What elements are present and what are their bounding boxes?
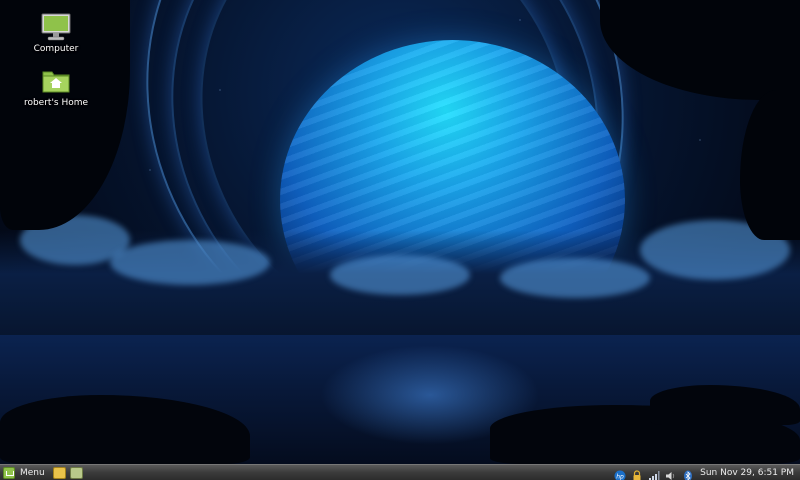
clock[interactable]: Sun Nov 29, 6:51 PM <box>700 468 794 478</box>
computer-icon <box>40 12 72 42</box>
file-manager-icon[interactable] <box>52 466 66 479</box>
svg-text:hp: hp <box>616 473 624 480</box>
desktop-icon-home[interactable]: robert's Home <box>16 66 96 108</box>
bottom-panel: Menu hp Sun Nov 29, 6:51 PM <box>0 464 800 480</box>
network-signal-icon[interactable] <box>648 467 660 480</box>
volume-icon[interactable] <box>665 467 677 480</box>
cloud <box>500 258 650 298</box>
desktop-icon-label: robert's Home <box>23 98 89 108</box>
bluetooth-icon[interactable] <box>682 467 694 480</box>
cloud <box>110 240 270 285</box>
cloud <box>330 255 470 295</box>
hp-icon[interactable]: hp <box>614 467 626 480</box>
menu-label: Menu <box>20 467 45 478</box>
terminal-icon[interactable] <box>69 466 83 479</box>
mint-logo-icon <box>3 466 15 479</box>
menu-button[interactable]: Menu <box>0 465 49 480</box>
desktop-icon-label: Computer <box>33 44 79 54</box>
home-folder-icon <box>40 66 72 96</box>
system-tray: hp Sun Nov 29, 6:51 PM <box>609 465 800 480</box>
desktop-icon-computer[interactable]: Computer <box>16 12 96 54</box>
lock-icon[interactable] <box>631 467 643 480</box>
desktop-wallpaper <box>0 0 800 464</box>
